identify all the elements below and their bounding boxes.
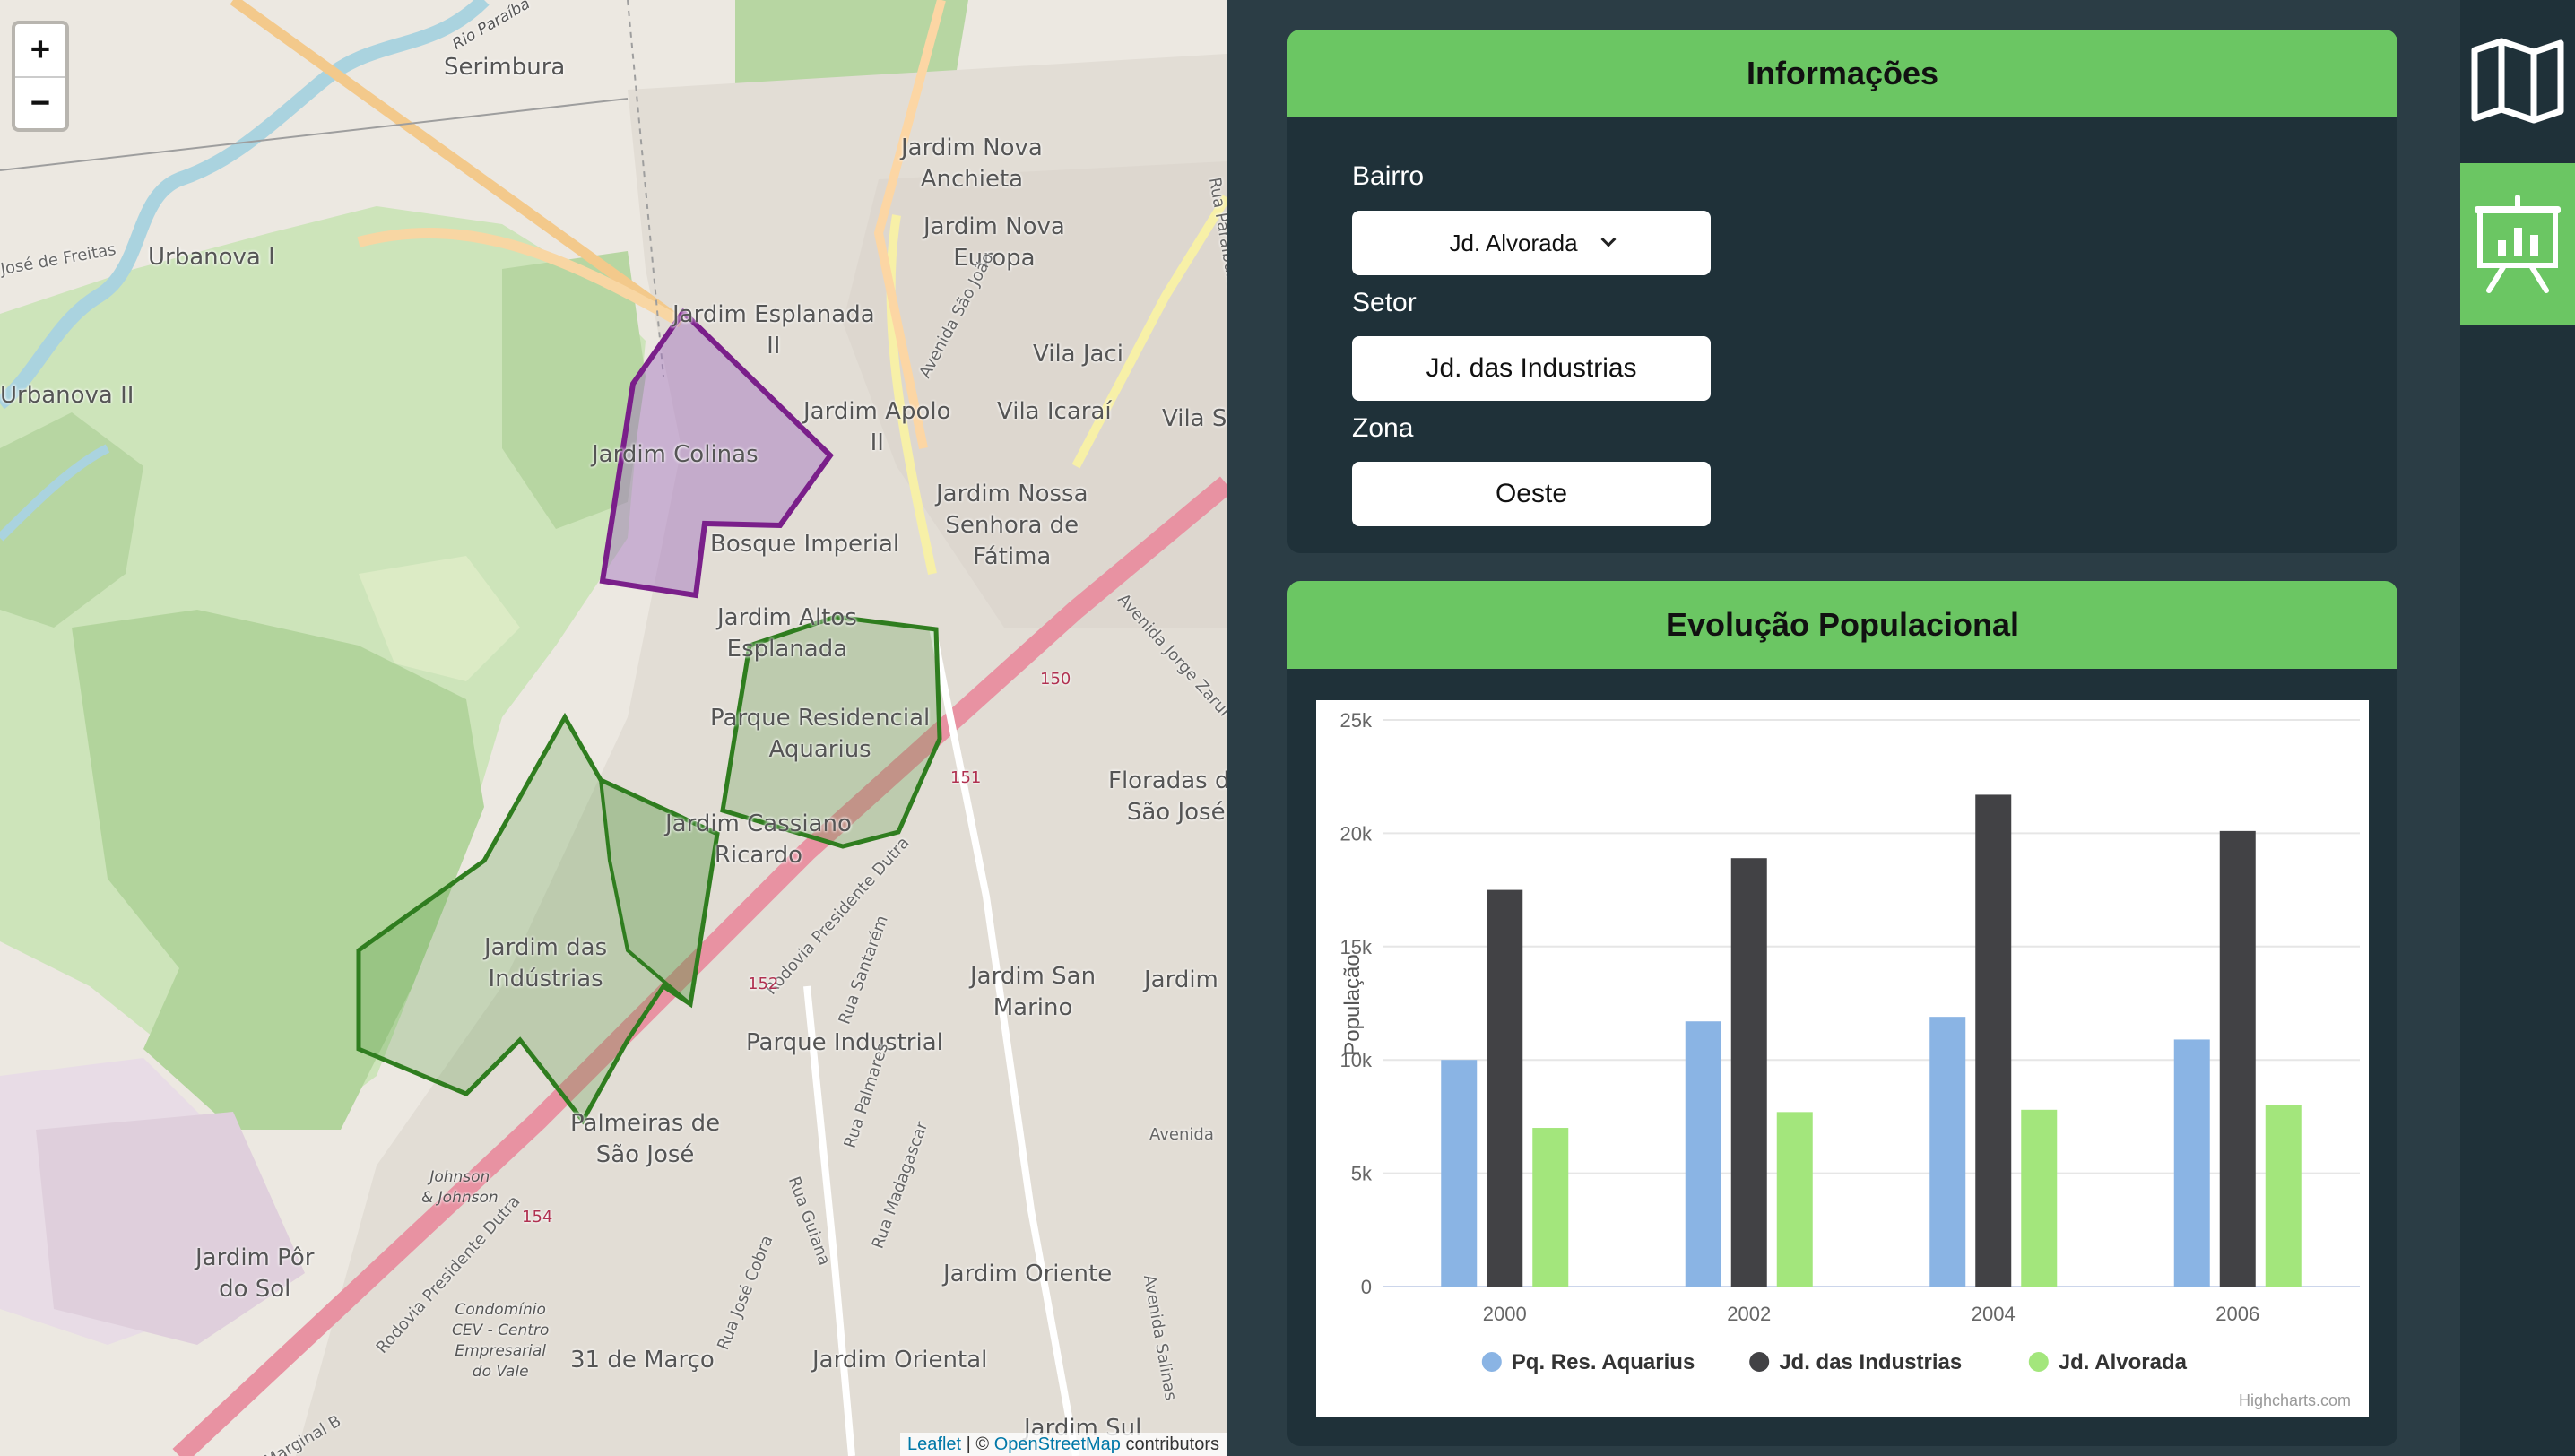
place-label: Urbanova I <box>148 244 275 271</box>
route-shield: 154 <box>522 1208 553 1226</box>
place-label: Jardim Cassiano Ricardo <box>665 810 852 870</box>
setor-label: Setor <box>1352 288 1417 317</box>
place-label: Bosque Imperial <box>710 531 900 558</box>
map-view[interactable]: Serimbura Rio Paraíba José de Freitas Ur… <box>0 0 1227 1456</box>
place-label: Parque Industrial <box>746 1029 943 1056</box>
place-label: Jardim <box>1144 966 1218 993</box>
bar <box>2173 1039 2210 1287</box>
place-label: Vila Icaraí <box>997 398 1112 425</box>
bairro-select[interactable]: Jd. Alvorada <box>1352 211 1711 275</box>
y-tick-label: 0 <box>1361 1276 1372 1298</box>
bairro-label: Bairro <box>1352 161 1425 191</box>
chart-gridlines <box>1383 719 2360 1287</box>
y-tick-label: 5k <box>1351 1163 1373 1185</box>
map-icon <box>2471 38 2564 124</box>
place-label: Jardim Oriente <box>943 1261 1113 1287</box>
place-label: Jardim Nossa Senhora de Fátima <box>936 481 1088 571</box>
legend-label: Jd. Alvorada <box>2059 1350 2188 1374</box>
place-label: Vila S <box>1162 405 1227 432</box>
x-tick-label: 2006 <box>2215 1303 2259 1325</box>
info-card-title: Informações <box>1288 30 2397 117</box>
place-label: Jardim San Marino <box>970 963 1097 1022</box>
bar <box>1532 1128 1569 1287</box>
y-tick-label: 20k <box>1340 822 1373 845</box>
presentation-chart-icon <box>2475 195 2561 293</box>
place-label: Jardim Nova Anchieta <box>901 134 1043 194</box>
place-label: Palmeiras de São José <box>570 1110 721 1169</box>
place-label: Jardim Esplanada II <box>672 301 875 360</box>
bar <box>2265 1105 2302 1287</box>
place-label: Jardim das Indústrias <box>484 934 608 993</box>
place-label: Jardim Apolo II <box>803 398 951 457</box>
bar <box>1487 889 1523 1287</box>
legend-marker <box>1749 1352 1770 1372</box>
x-tick-label: 2000 <box>1483 1303 1527 1325</box>
x-tick-label: 2004 <box>1972 1303 2016 1325</box>
setor-value-box: Jd. das Industrias <box>1352 336 1711 401</box>
place-label: Serimbura <box>444 54 566 81</box>
bar <box>2021 1109 2058 1287</box>
y-axis-title: População <box>1340 954 1365 1055</box>
legend-marker <box>1481 1352 1502 1372</box>
place-label: Johnson & Johnson <box>421 1168 499 1207</box>
attribution-separator: | © <box>966 1434 990 1454</box>
x-tick-label: 2002 <box>1727 1303 1771 1325</box>
legend-label: Pq. Res. Aquarius <box>1512 1350 1695 1374</box>
place-label: Parque Residencial Aquarius <box>710 705 931 764</box>
chart-credits[interactable]: Highcharts.com <box>2239 1391 2351 1410</box>
street-label: Avenida <box>1149 1125 1214 1144</box>
legend-label: Jd. das Industrias <box>1779 1350 1962 1374</box>
route-shield: 152 <box>748 975 779 993</box>
attribution-suffix: contributors <box>1125 1434 1220 1454</box>
zoom-control: + − <box>12 21 69 132</box>
place-label: Jardim Altos Esplanada <box>717 604 857 663</box>
route-shield: 150 <box>1040 670 1071 689</box>
bar <box>1929 1017 1966 1287</box>
chart-card: Evolução Populacional 0 5k 10k 15k 20k 25k Po… <box>1288 581 2397 1446</box>
place-label: Jardim Pôr do Sol <box>195 1244 315 1304</box>
place-label: Vila Jaci <box>1033 341 1123 368</box>
chart-legend: Pq. Res. Aquarius Jd. das Industrias Jd. A… <box>1481 1350 2188 1374</box>
population-bar-chart: 05k10k15k20k25k População 2000 2002 2004 20… <box>1340 709 2360 1374</box>
zona-label: Zona <box>1352 413 1414 443</box>
dashboard-button[interactable] <box>2460 163 2575 325</box>
chart-card-title: Evolução Populacional <box>1288 581 2397 669</box>
zoom-in-button[interactable]: + <box>15 24 65 76</box>
bar <box>2219 830 2256 1287</box>
info-card: Informações Bairro Jd. Alvorada Setor Jd… <box>1288 30 2397 553</box>
bar <box>1776 1112 1813 1287</box>
chart-bars <box>1441 794 2302 1287</box>
bar <box>1730 858 1767 1287</box>
place-label: Floradas de São José <box>1108 767 1227 827</box>
map-view-button[interactable] <box>2460 0 2575 161</box>
place-label: Jardim Colinas <box>592 441 759 468</box>
sidebar <box>2460 0 2575 1456</box>
bar <box>1975 794 2012 1287</box>
place-label: 31 de Março <box>570 1347 715 1374</box>
bar <box>1685 1021 1721 1287</box>
y-tick-label: 25k <box>1340 709 1373 732</box>
zona-value-box: Oeste <box>1352 462 1711 526</box>
osm-link[interactable]: OpenStreetMap <box>994 1434 1121 1454</box>
map-attribution: Leaflet | © OpenStreetMap contributors <box>900 1433 1227 1456</box>
place-label: Condomínio CEV - Centro Empresarial do V… <box>452 1301 550 1381</box>
chevron-down-icon <box>1600 231 1617 247</box>
bairro-selected-value: Jd. Alvorada <box>1449 229 1578 256</box>
legend-marker <box>2028 1352 2049 1372</box>
leaflet-link[interactable]: Leaflet <box>907 1434 961 1454</box>
place-label: Jardim Oriental <box>812 1347 988 1374</box>
route-shield: 151 <box>950 768 982 787</box>
chart-container: 0 5k 10k 15k 20k 25k População 2000 2002 2004 20… <box>1316 700 2369 1417</box>
place-label: Urbanova II <box>0 382 134 409</box>
x-axis-ticks: 2000 2002 2004 2006 <box>1483 1303 2259 1325</box>
zoom-out-button[interactable]: − <box>15 76 65 128</box>
bar <box>1441 1060 1478 1287</box>
